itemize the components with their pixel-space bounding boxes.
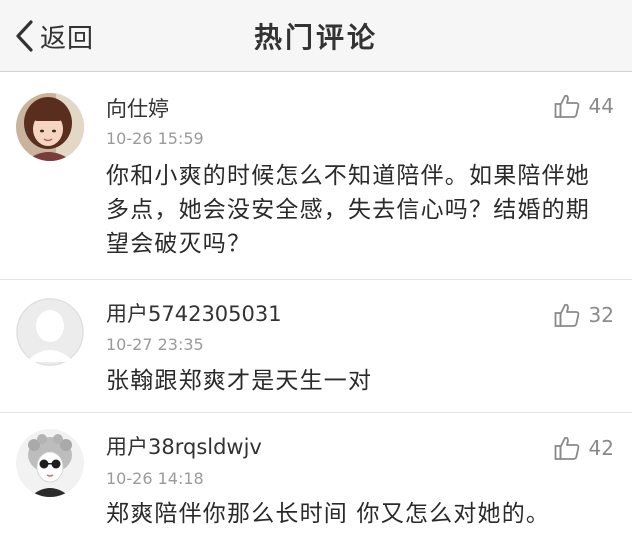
- comment-text: 你和小爽的时候怎么不知道陪伴。如果陪伴她多点，她会没安全感，失去信心吗？结婚的期…: [106, 163, 590, 257]
- thumbs-up-icon: [553, 301, 581, 329]
- avatar[interactable]: [16, 298, 84, 366]
- nav-bar: 返回 热门评论: [0, 0, 632, 72]
- like-button[interactable]: 32: [553, 300, 614, 330]
- comment-text: 郑爽陪伴你那么长时间 你又怎么对她的。: [106, 501, 551, 527]
- avatar[interactable]: [16, 93, 84, 161]
- timestamp: 10-26 15:59: [106, 129, 204, 148]
- like-button[interactable]: 42: [553, 433, 614, 463]
- like-count: 32: [588, 303, 614, 327]
- username[interactable]: 用户38rqsldwjv: [106, 431, 262, 461]
- page-title: 热门评论: [253, 21, 378, 54]
- like-count: 42: [588, 436, 614, 460]
- username[interactable]: 向仕婷: [106, 93, 169, 123]
- hot-comments-screen: 返回 热门评论 向仕婷 10-26 15:59 你和小爽的时候怎么不知道陪伴。如…: [0, 0, 632, 537]
- comment-item: 用户38rqsldwjv 10-26 14:18 郑爽陪伴你那么长时间 你又怎么…: [0, 413, 632, 537]
- timestamp: 10-26 14:18: [106, 469, 204, 488]
- comment-text: 张翰跟郑爽才是天生一对: [106, 368, 373, 394]
- like-button[interactable]: 44: [553, 91, 614, 121]
- avatar[interactable]: [16, 429, 84, 497]
- comment-item: 用户5742305031 10-27 23:35 张翰跟郑爽才是天生一对 32: [0, 280, 632, 413]
- username[interactable]: 用户5742305031: [106, 298, 282, 328]
- thumbs-up-icon: [553, 434, 581, 462]
- like-count: 44: [588, 94, 614, 118]
- timestamp: 10-27 23:35: [106, 335, 204, 354]
- thumbs-up-icon: [553, 92, 581, 120]
- comment-item: 向仕婷 10-26 15:59 你和小爽的时候怎么不知道陪伴。如果陪伴她多点，她…: [0, 73, 632, 280]
